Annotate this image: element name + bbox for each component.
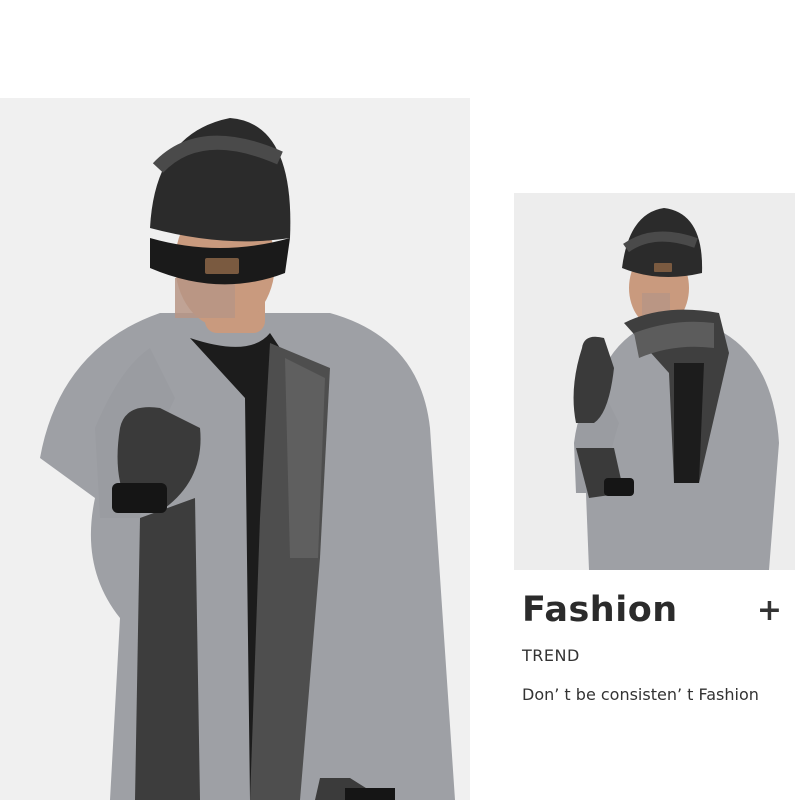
- main-product-photo: [0, 98, 470, 800]
- plus-icon[interactable]: +: [757, 593, 782, 628]
- title-row: Fashion +: [522, 590, 792, 630]
- caption-title: Fashion: [522, 590, 678, 630]
- caption-block: Fashion + TREND Don’ t be consisten’ t F…: [522, 590, 792, 704]
- secondary-product-photo: [514, 193, 795, 570]
- caption-subtitle: TREND: [522, 646, 580, 665]
- caption-tagline: Don’ t be consisten’ t Fashion: [522, 685, 759, 704]
